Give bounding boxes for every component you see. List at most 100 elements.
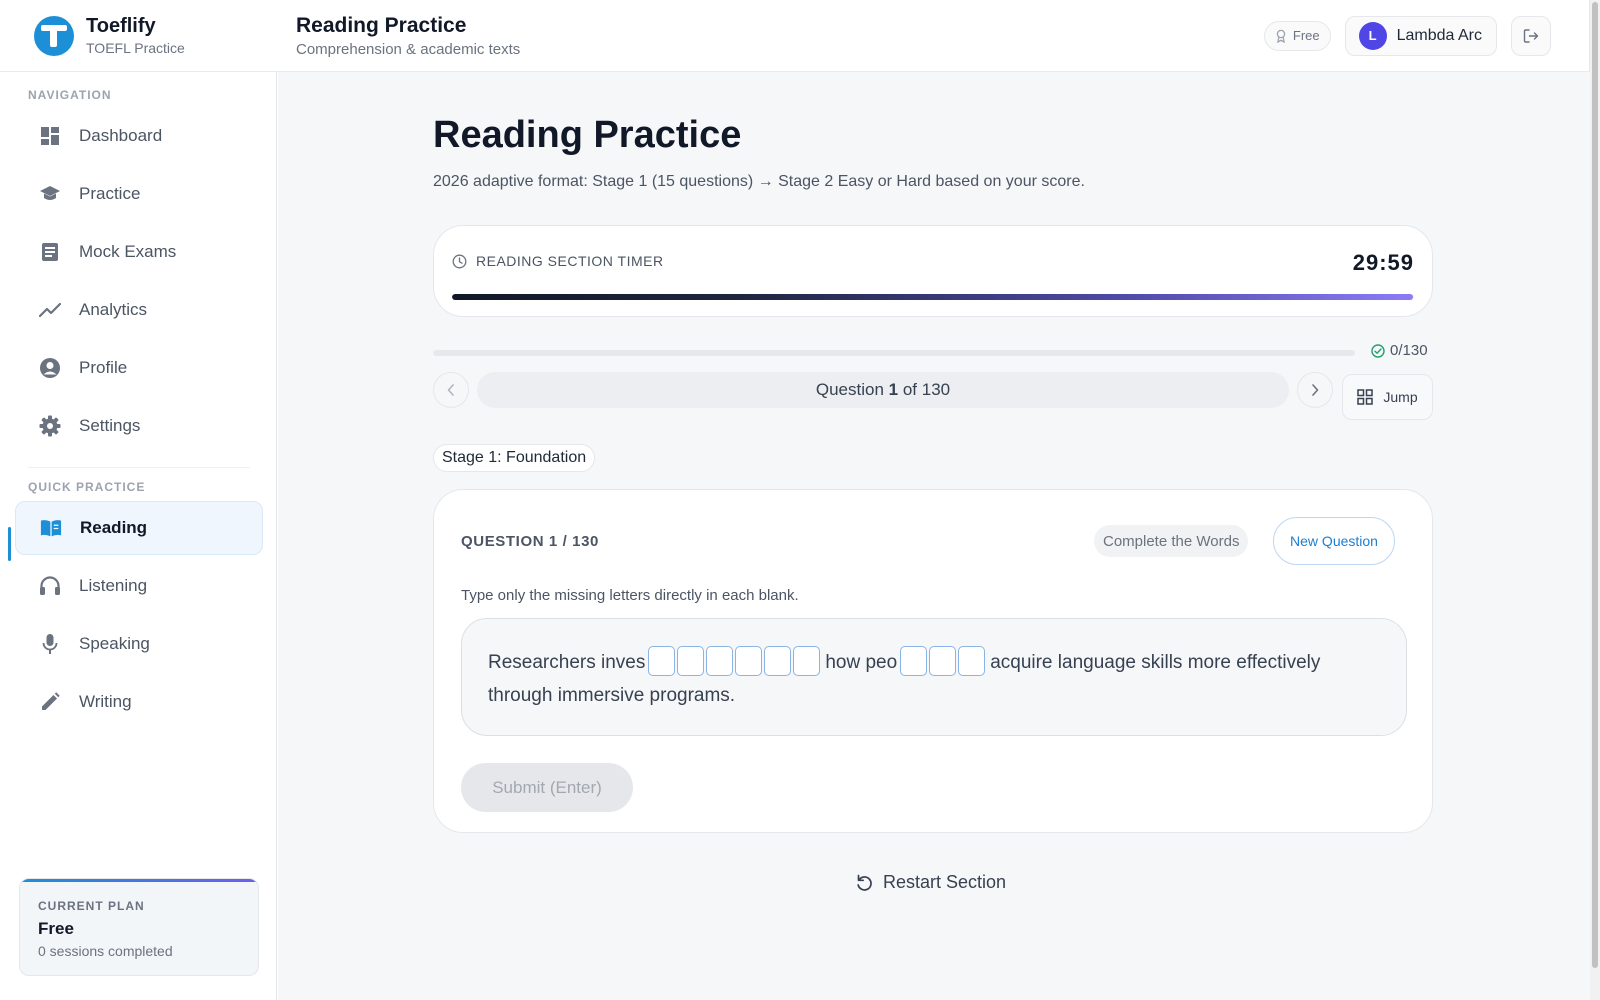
sidebar-item-dashboard[interactable]: Dashboard: [15, 109, 263, 163]
current-plan-card: CURRENT PLAN Free 0 sessions completed: [19, 878, 259, 976]
question-indicator-suffix: of 130: [898, 380, 951, 399]
sidebar-item-label: Dashboard: [79, 126, 163, 145]
stage-label: Stage 1: Foundation: [433, 444, 596, 472]
plan-badge: Free: [1263, 20, 1331, 51]
header-page-info: Reading Practice Comprehension & academi…: [296, 14, 520, 58]
user-menu-button[interactable]: L Lambda Arc: [1344, 15, 1497, 56]
avatar: L: [1358, 21, 1387, 50]
logout-button[interactable]: [1511, 15, 1551, 56]
chevron-left-icon: [447, 384, 454, 396]
answered-progress-bar: [433, 350, 1355, 356]
app-subtitle: TOEFL Practice: [86, 40, 185, 56]
gear-icon: [39, 415, 61, 437]
previous-question-button[interactable]: [433, 372, 469, 408]
new-question-button[interactable]: New Question: [1273, 517, 1395, 565]
top-header: Toeflify TOEFL Practice Reading Practice…: [0, 0, 1590, 72]
letter-blank-input[interactable]: [929, 645, 957, 676]
page-scrollbar[interactable]: [1590, 0, 1600, 1000]
restart-section-button[interactable]: Restart Section: [855, 872, 1006, 893]
sidebar-item-settings[interactable]: Settings: [15, 399, 263, 453]
brand[interactable]: Toeflify TOEFL Practice: [0, 15, 276, 56]
user-name: Lambda Arc: [1396, 26, 1482, 44]
restart-icon: [857, 874, 872, 891]
sidebar-item-label: Reading: [80, 518, 148, 537]
sidebar-item-speaking[interactable]: Speaking: [15, 617, 263, 671]
sidebar-item-label: Settings: [79, 416, 141, 435]
letter-blank-input[interactable]: [764, 645, 792, 676]
sidebar-item-practice[interactable]: Practice: [15, 167, 263, 221]
header-title: Reading Practice: [296, 13, 467, 37]
letter-blank-input[interactable]: [735, 645, 763, 676]
clock-icon: [452, 254, 467, 268]
next-question-button[interactable]: [1297, 372, 1333, 408]
header-subtitle: Comprehension & academic texts: [296, 40, 521, 58]
microphone-icon: [39, 633, 61, 655]
sidebar-item-listening[interactable]: Listening: [15, 559, 263, 613]
question-card: QUESTION 1 / 130 Complete the Words New …: [433, 489, 1433, 833]
reading-timer-card: READING SECTION TIMER 29:59: [433, 225, 1433, 317]
timer-progress-bar: [452, 294, 1414, 300]
question-indicator-current: 1: [888, 380, 899, 399]
dashboard-icon: [39, 125, 61, 147]
app-name: Toeflify: [86, 15, 156, 37]
book-open-icon: [40, 517, 62, 539]
sidebar-item-reading[interactable]: Reading: [15, 501, 263, 555]
logout-icon: [1523, 28, 1539, 43]
sidebar-item-label: Mock Exams: [79, 242, 177, 261]
restart-label: Restart Section: [883, 872, 1007, 892]
grid-icon: [1357, 389, 1374, 405]
sidebar-item-label: Analytics: [79, 300, 148, 319]
question-indicator: Question 1 of 130: [477, 372, 1289, 408]
letter-blank-input[interactable]: [900, 645, 928, 676]
blank-group-1: [647, 645, 821, 679]
answered-count: 0/130: [1371, 342, 1428, 359]
active-indicator: [8, 527, 11, 561]
page-description: 2026 adaptive format: Stage 1 (15 questi…: [433, 173, 1085, 190]
sidebar-item-label: Practice: [79, 184, 141, 203]
letter-blank-input[interactable]: [706, 645, 734, 676]
check-circle-icon: [1371, 343, 1385, 358]
headphones-icon: [39, 575, 61, 597]
trend-line-icon: [39, 299, 61, 321]
letter-blank-input[interactable]: [648, 645, 676, 676]
timer-label: READING SECTION TIMER: [476, 253, 664, 269]
sidebar-item-writing[interactable]: Writing: [15, 675, 263, 729]
scrollbar-thumb[interactable]: [1592, 2, 1598, 968]
sidebar: NAVIGATION Dashboard Practice Mock Exams…: [0, 72, 277, 1000]
passage-text-2: how peo: [825, 652, 898, 673]
letter-blank-input[interactable]: [677, 645, 705, 676]
nav-section-heading: NAVIGATION: [28, 88, 112, 102]
sessions-completed: 0 sessions completed: [38, 943, 173, 959]
question-instruction: Type only the missing letters directly i…: [461, 587, 799, 604]
jump-button[interactable]: Jump: [1342, 374, 1433, 420]
plan-badge-label: Free: [1292, 28, 1320, 43]
submit-button[interactable]: Submit (Enter): [461, 763, 633, 812]
letter-blank-input[interactable]: [958, 645, 986, 676]
sidebar-item-label: Writing: [79, 692, 132, 711]
letter-blank-input[interactable]: [793, 645, 821, 676]
quick-practice-heading: QUICK PRACTICE: [28, 480, 146, 494]
document-icon: [39, 241, 61, 263]
pencil-icon: [39, 691, 61, 713]
user-circle-icon: [39, 357, 61, 379]
question-type-badge: Complete the Words: [1094, 525, 1249, 557]
sidebar-item-label: Listening: [79, 576, 148, 595]
blank-group-2: [899, 645, 986, 679]
chevron-right-icon: [1312, 384, 1319, 396]
sidebar-item-analytics[interactable]: Analytics: [15, 283, 263, 337]
passage-box: Researchers inves how peo acquire language…: [461, 618, 1407, 736]
question-indicator-prefix: Question: [815, 380, 889, 399]
sidebar-item-profile[interactable]: Profile: [15, 341, 263, 395]
question-title: QUESTION 1 / 130: [461, 533, 599, 550]
answered-count-text: 0/130: [1390, 342, 1428, 359]
sidebar-item-mock-exams[interactable]: Mock Exams: [15, 225, 263, 279]
timer-progress-fill: [452, 294, 1414, 300]
main-content: Reading Practice 2026 adaptive format: S…: [278, 72, 1590, 1000]
current-plan-label: CURRENT PLAN: [38, 899, 145, 913]
award-icon: [1276, 29, 1286, 43]
toeflify-logo-icon: [34, 15, 74, 56]
timer-value: 29:59: [1352, 250, 1414, 275]
page-title: Reading Practice: [433, 114, 742, 156]
sidebar-item-label: Profile: [79, 358, 128, 377]
jump-label: Jump: [1383, 389, 1418, 405]
